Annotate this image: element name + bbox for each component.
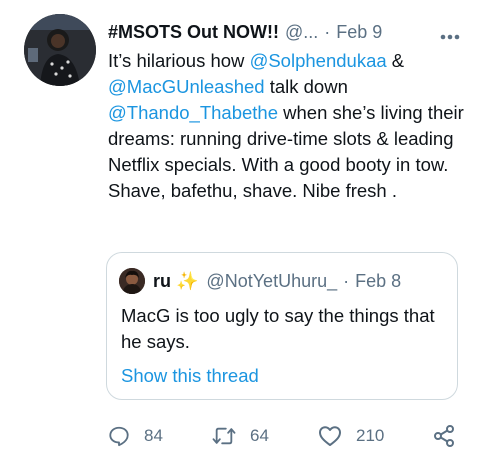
reply-button[interactable]: 84 bbox=[108, 420, 163, 452]
author-handle[interactable]: @... bbox=[285, 22, 318, 43]
heart-icon bbox=[319, 426, 341, 446]
reply-count: 84 bbox=[144, 426, 163, 445]
quoted-tweet-header: ru ✨ @NotYetUhuru_ · Feb 8 bbox=[119, 267, 401, 295]
like-count: 210 bbox=[356, 426, 385, 445]
retweet-icon bbox=[212, 427, 236, 445]
tweet-actions: 84 64 210 bbox=[106, 420, 468, 452]
retweet-button[interactable]: 64 bbox=[212, 420, 269, 452]
reply-icon bbox=[109, 426, 129, 447]
author-name[interactable]: #MSOTS Out NOW!! bbox=[108, 22, 279, 43]
author-avatar[interactable] bbox=[24, 14, 96, 86]
tweet-timestamp[interactable]: Feb 9 bbox=[336, 22, 382, 43]
quoted-tweet[interactable]: ru ✨ @NotYetUhuru_ · Feb 8 MacG is too u… bbox=[106, 252, 458, 400]
tweet-text-segment: talk down bbox=[264, 76, 348, 97]
quoted-author-avatar bbox=[119, 268, 145, 294]
mention-link[interactable]: @MacGUnleashed bbox=[108, 76, 265, 97]
avatar-image bbox=[24, 14, 96, 86]
tweet-text-segment: It’s hilarious how bbox=[108, 50, 250, 71]
quoted-author-name[interactable]: ru bbox=[153, 271, 171, 292]
tweet-text-segment: & bbox=[386, 50, 405, 71]
share-icon bbox=[434, 425, 454, 447]
like-button[interactable]: 210 bbox=[318, 420, 384, 452]
mention-link[interactable]: @Thando_Thabethe bbox=[108, 102, 278, 123]
share-button[interactable] bbox=[432, 420, 470, 452]
quoted-timestamp[interactable]: Feb 8 bbox=[355, 271, 401, 292]
quoted-author-handle[interactable]: @NotYetUhuru_ bbox=[206, 271, 337, 292]
quoted-tweet-text: MacG is too ugly to say the things that … bbox=[121, 305, 435, 352]
more-options-icon[interactable] bbox=[440, 24, 460, 45]
header-separator: · bbox=[324, 21, 331, 42]
tweet-text: It’s hilarious how @Solphendukaa & @MacG… bbox=[108, 48, 468, 204]
quoted-separator: · bbox=[343, 270, 350, 291]
show-thread-link[interactable]: Show this thread bbox=[121, 365, 259, 387]
retweet-count: 64 bbox=[250, 426, 269, 445]
mention-link[interactable]: @Solphendukaa bbox=[250, 50, 387, 71]
sparkle-emoji: ✨ bbox=[176, 270, 199, 291]
tweet-header: #MSOTS Out NOW!! @... · Feb 9 bbox=[108, 18, 464, 46]
